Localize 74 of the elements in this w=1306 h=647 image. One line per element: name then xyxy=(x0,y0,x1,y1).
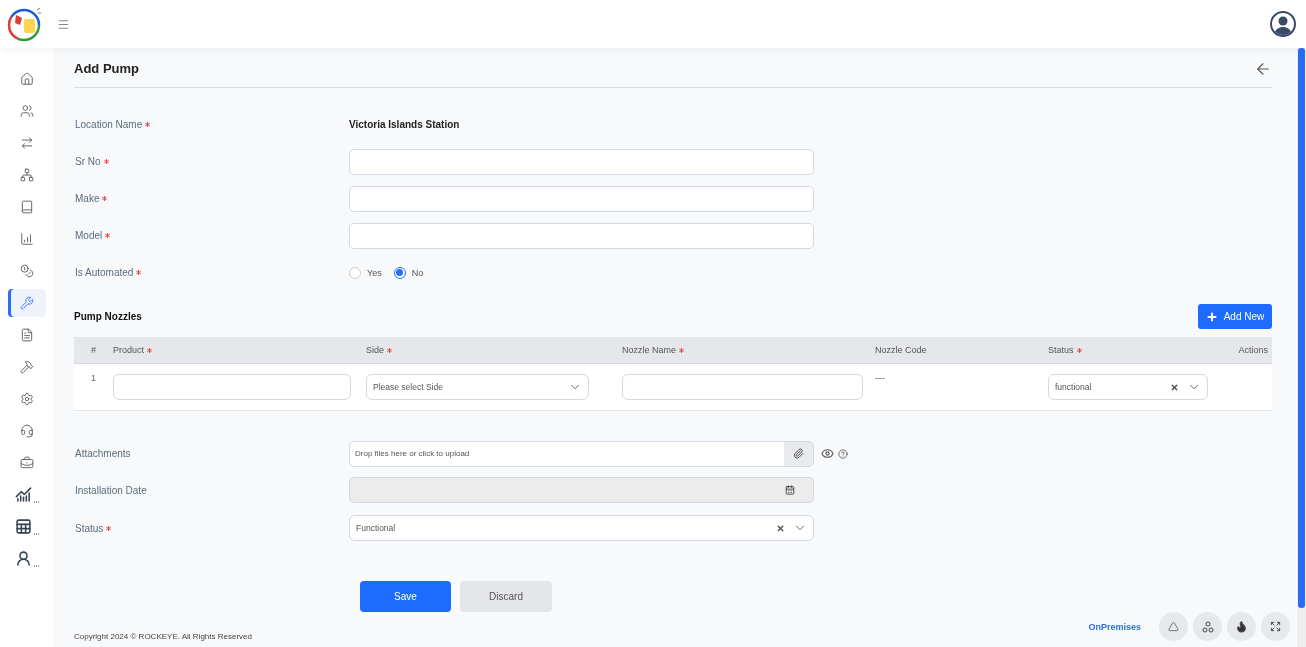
field-label: Status xyxy=(74,522,349,534)
headset-icon xyxy=(19,424,34,438)
column-header: # xyxy=(90,345,97,356)
fullscreen-button[interactable] xyxy=(1261,612,1290,642)
calendar-icon xyxy=(785,485,795,496)
help-icon[interactable] xyxy=(838,448,848,459)
triangle-button[interactable] xyxy=(1159,612,1188,642)
upload-field[interactable]: Drop files here or click to upload xyxy=(349,440,814,467)
line-chart-icon xyxy=(14,486,39,504)
menu-icon[interactable] xyxy=(57,17,70,31)
scrollbar[interactable] xyxy=(1297,48,1306,647)
eye-icon[interactable] xyxy=(821,447,834,461)
radio-button[interactable] xyxy=(349,266,361,279)
hammer-icon xyxy=(19,360,34,374)
settings-icon xyxy=(19,392,34,406)
wrench-icon xyxy=(19,296,34,310)
location-value: Victoria Islands Station xyxy=(349,119,460,131)
circles-icon xyxy=(1201,620,1214,633)
copyright-text: Copyright 2024 © ROCKEYE. All Rights Reserved xyxy=(74,632,252,642)
column-header: Status xyxy=(1048,345,1219,356)
sidebar-item[interactable] xyxy=(7,289,46,317)
field-label: Sr No xyxy=(74,156,349,168)
mode-link[interactable]: OnPremises xyxy=(1088,621,1141,632)
expand-icon xyxy=(1270,621,1281,633)
text-input[interactable] xyxy=(349,222,814,249)
field-label: Make xyxy=(74,193,349,205)
briefcase-icon xyxy=(19,456,34,470)
radio-option[interactable]: Yes xyxy=(349,266,382,279)
book-icon xyxy=(19,200,34,214)
column-header: Side xyxy=(366,345,622,356)
add-new-button[interactable]: Add New xyxy=(1198,304,1272,330)
column-header: Nozzle Code xyxy=(875,345,928,356)
page-title: Add Pump xyxy=(74,61,139,77)
column-header: Product xyxy=(113,345,366,356)
text-input[interactable] xyxy=(349,185,814,212)
status-select[interactable]: Functional xyxy=(349,515,814,542)
arrows-icon xyxy=(19,136,34,150)
calendar-icon xyxy=(14,518,39,536)
section-title: Pump Nozzles xyxy=(74,311,142,323)
bar-chart-icon xyxy=(19,232,34,246)
field-label: Location Name xyxy=(74,119,349,131)
status-select[interactable]: functional xyxy=(1048,374,1208,401)
paperclip-icon xyxy=(793,448,804,460)
discard-button[interactable]: Discard xyxy=(460,581,552,613)
plus-icon xyxy=(1205,310,1218,323)
triangle-icon xyxy=(1168,621,1179,633)
nozzle-name-input[interactable] xyxy=(622,374,863,401)
radio-button[interactable] xyxy=(393,266,406,279)
save-button[interactable]: Save xyxy=(360,581,451,613)
field-label: Is Automated xyxy=(74,267,349,279)
circles-button[interactable] xyxy=(1193,612,1222,642)
home-icon xyxy=(19,72,34,86)
field-label: Model xyxy=(74,230,349,242)
clear-icon[interactable] xyxy=(776,523,785,533)
flame-button[interactable] xyxy=(1227,612,1256,642)
user-icon xyxy=(14,550,39,568)
flame-icon xyxy=(1235,620,1248,634)
coins-icon xyxy=(19,264,34,278)
document-icon xyxy=(19,328,34,342)
text-input[interactable] xyxy=(349,148,814,175)
field-label: Attachments xyxy=(74,448,132,460)
radio-option[interactable]: No xyxy=(393,266,424,279)
row-number: 1 xyxy=(90,373,97,384)
column-header: Nozzle Name xyxy=(622,345,875,356)
product-input[interactable] xyxy=(113,374,351,401)
field-label: Installation Date xyxy=(74,484,148,496)
logo-icon xyxy=(7,6,43,42)
users-icon xyxy=(19,104,34,118)
avatar[interactable] xyxy=(1270,11,1296,37)
side-select[interactable]: Please select Side xyxy=(366,374,589,401)
nozzle-code: --- xyxy=(875,372,886,384)
hierarchy-icon xyxy=(19,168,34,182)
clear-icon[interactable] xyxy=(1170,382,1179,392)
column-header: Actions xyxy=(1237,345,1269,356)
